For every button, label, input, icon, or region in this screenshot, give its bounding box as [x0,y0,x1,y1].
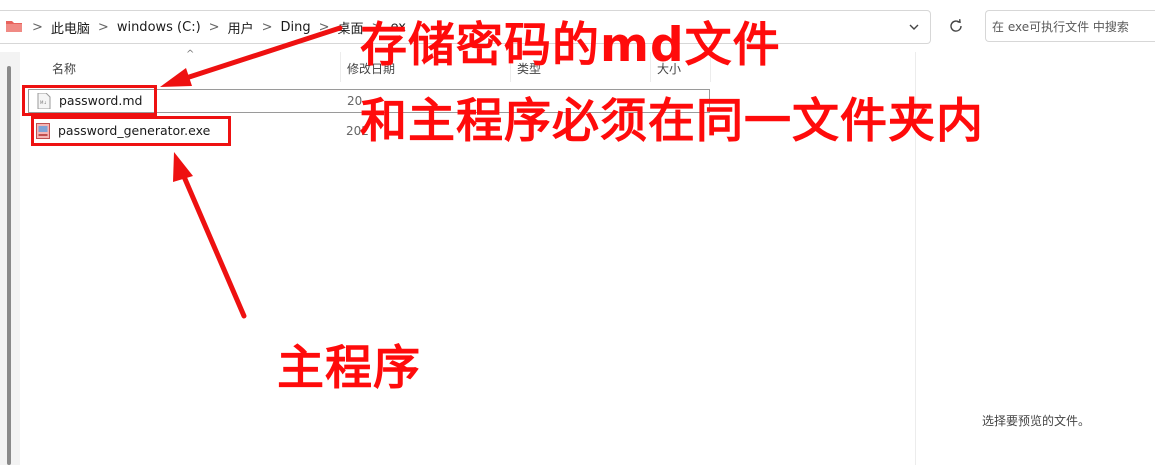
refresh-button[interactable] [940,10,972,42]
highlight-box-exe [31,116,231,146]
column-divider[interactable] [340,52,341,82]
annotation-title: 存储密码的md文件 [360,18,781,73]
chevron-right-icon[interactable]: > [94,20,113,35]
breadcrumb-user[interactable]: Ding [276,20,314,35]
breadcrumb-this-pc[interactable]: 此电脑 [47,18,94,37]
chevron-right-icon[interactable]: > [205,20,224,35]
chevron-right-icon[interactable]: > [315,20,334,35]
sort-ascending-icon: ^ [186,49,195,60]
chevron-down-icon[interactable] [906,19,922,35]
annotation-main-program: 主程序 [277,341,421,396]
refresh-icon [950,19,962,32]
column-name[interactable]: 名称 [52,60,76,77]
chevron-right-icon[interactable]: > [28,20,47,35]
folder-icon [6,21,22,32]
chevron-right-icon[interactable]: > [258,20,277,35]
highlight-box-md [22,85,157,116]
breadcrumb-users[interactable]: 用户 [224,18,258,37]
breadcrumb: > 此电脑 > windows (C:) > 用户 > Ding > 桌面 > … [28,11,410,43]
annotation-subtitle: 和主程序必须在同一文件夹内 [360,94,984,149]
navigation-scrollbar[interactable] [7,66,11,465]
breadcrumb-drive[interactable]: windows (C:) [113,20,205,35]
search-input[interactable] [986,11,1154,43]
search-box[interactable] [985,10,1155,43]
preview-empty-message: 选择要预览的文件。 [981,414,1090,428]
